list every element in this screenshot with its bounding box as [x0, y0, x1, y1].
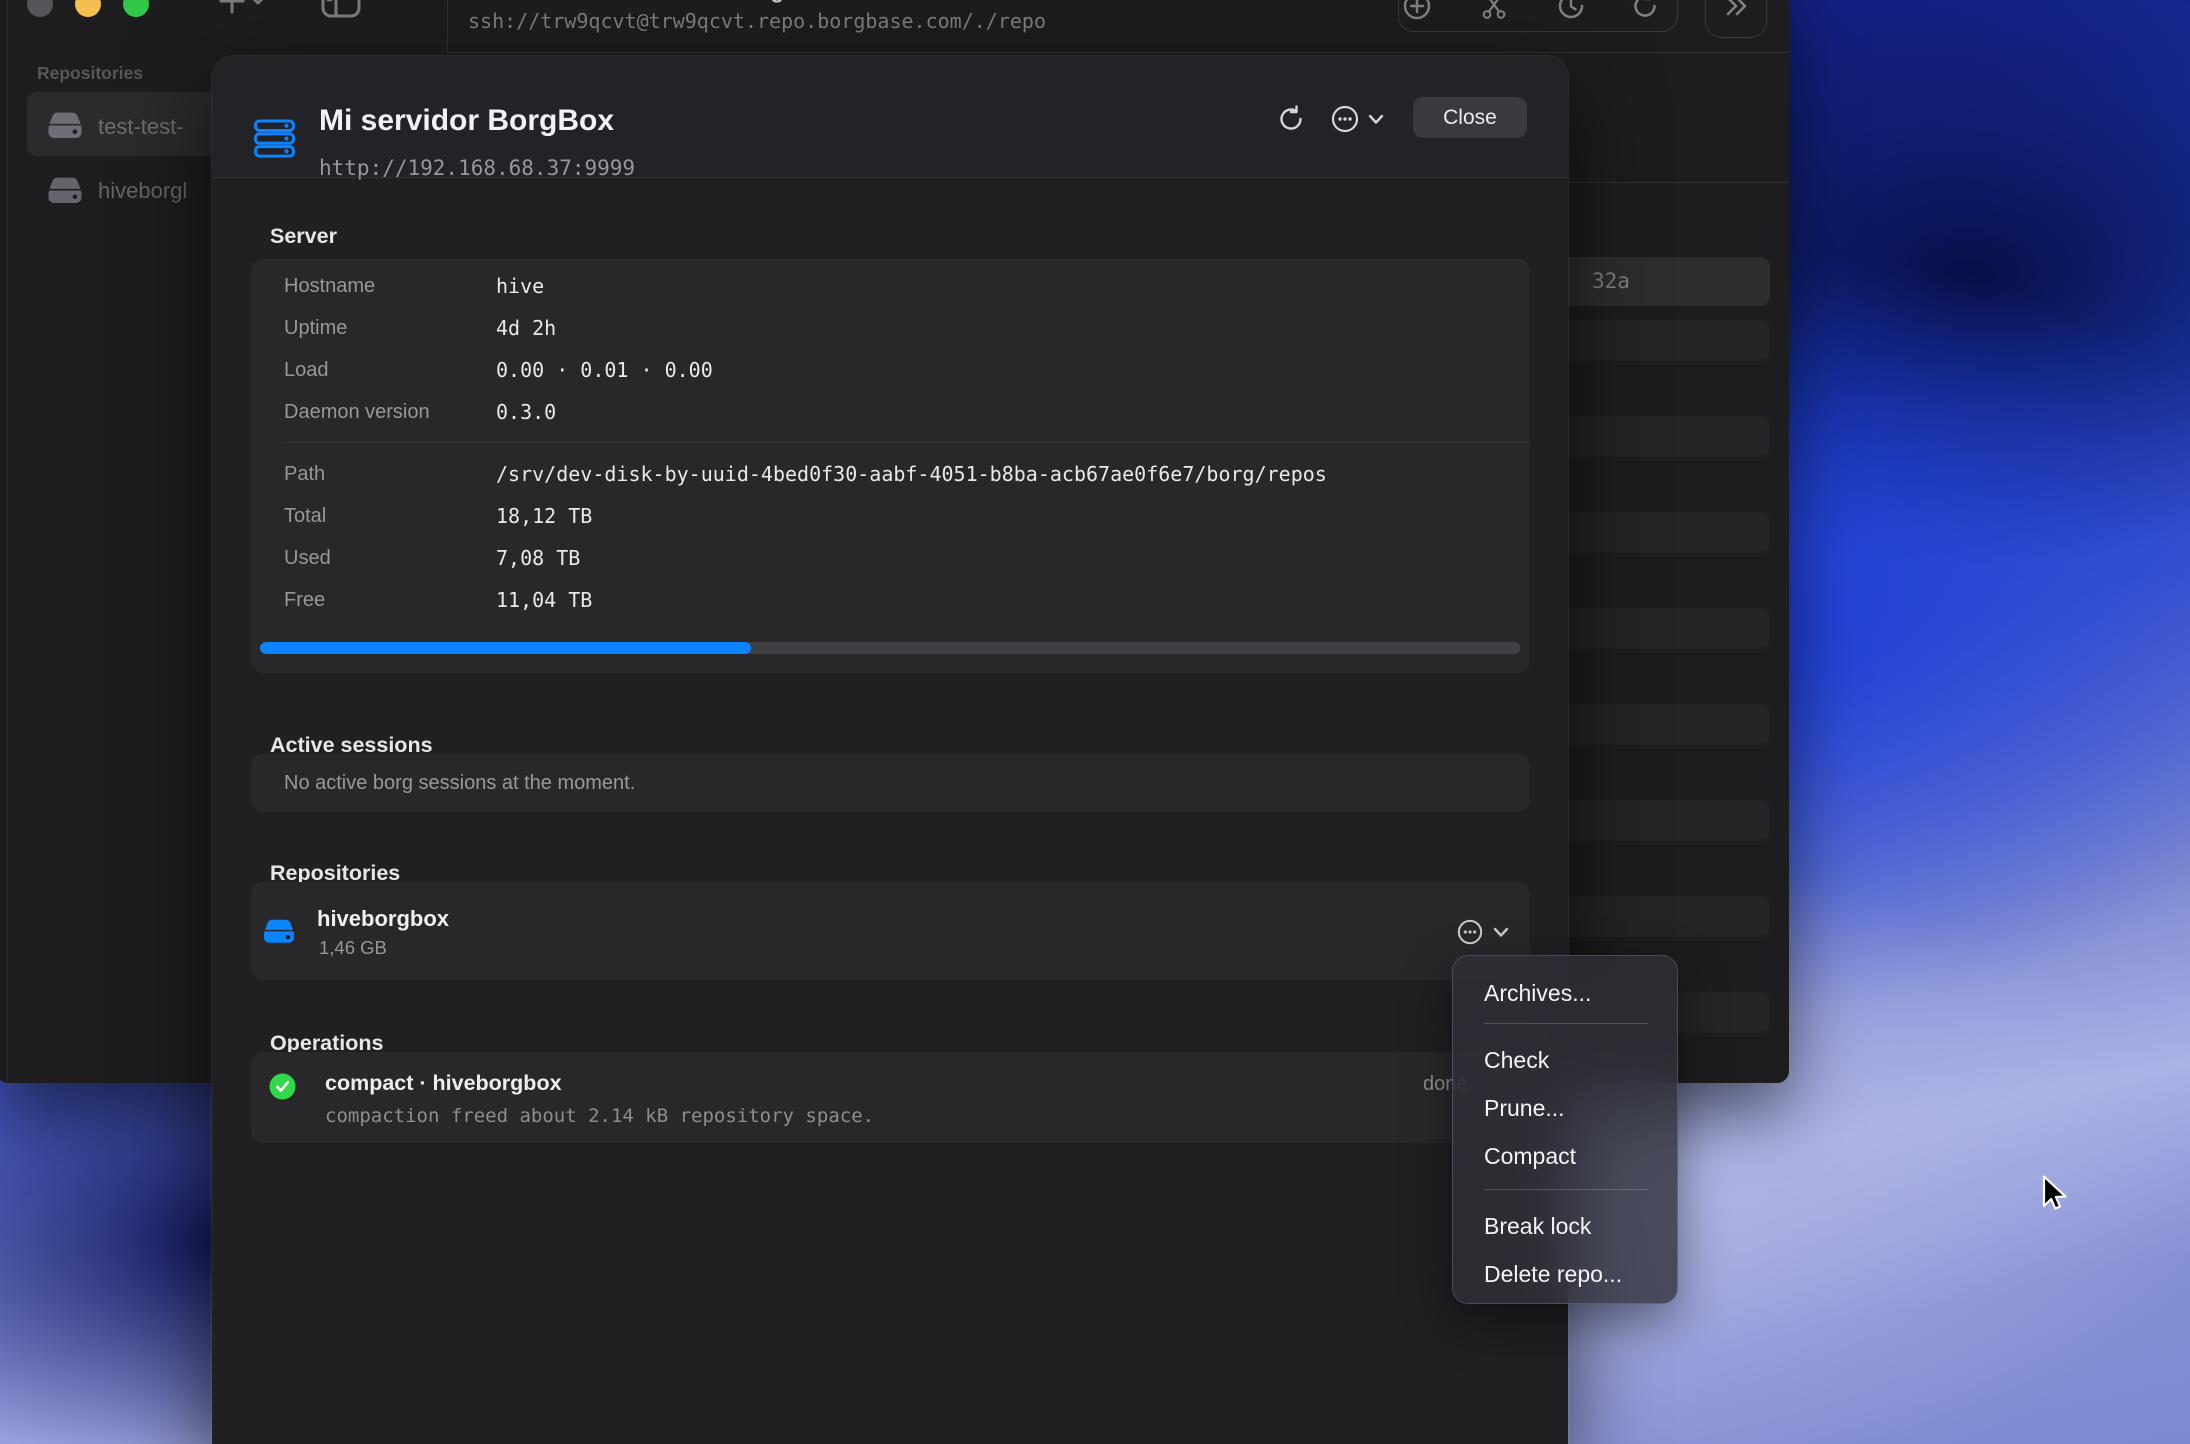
hash-text: 32a — [1592, 257, 1630, 306]
no-sessions-message: No active borg sessions at the moment. — [284, 754, 635, 812]
operations-panel: compact · hiveborgbox done compaction fr… — [251, 1052, 1530, 1143]
more-menu-icon[interactable] — [1331, 105, 1359, 133]
menu-item-archives[interactable]: Archives... — [1453, 972, 1677, 1014]
window-edge-highlight — [7, 0, 8, 1083]
chevron-down-icon[interactable] — [1493, 927, 1509, 938]
desktop: hiveborgbox ssh://trw9qcvt@trw9qcvt.repo… — [0, 0, 2190, 1444]
repository-size: 1,46 GB — [319, 935, 387, 960]
close-button[interactable]: Close — [1413, 97, 1527, 138]
drive-icon — [48, 177, 82, 203]
menu-divider — [1484, 1189, 1648, 1190]
disk-usage-bar — [260, 642, 1520, 654]
server-info-panel: HostnamehiveUptime4d 2hLoad0.00 · 0.01 ·… — [251, 259, 1530, 673]
repository-name: hiveborgbox — [317, 905, 449, 932]
server-info-row: Used7,08 TB — [251, 537, 1530, 579]
refresh-icon[interactable] — [1631, 0, 1659, 20]
server-info-value: hive — [496, 274, 544, 298]
server-info-value: 0.00 · 0.01 · 0.00 — [496, 358, 713, 382]
server-info-value: 4d 2h — [496, 316, 556, 340]
server-info-label: Uptime — [284, 317, 496, 340]
server-info-row: Hostnamehive — [251, 265, 1530, 307]
server-info-value: 18,12 TB — [496, 504, 592, 528]
server-info-label: Path — [284, 463, 496, 486]
chevron-double-right-icon[interactable] — [1722, 0, 1750, 20]
server-icon — [254, 118, 295, 159]
window-zoom-button[interactable] — [123, 0, 149, 17]
refresh-icon[interactable] — [1277, 105, 1305, 133]
menu-item-compact[interactable]: Compact — [1453, 1132, 1677, 1180]
server-info-value: 11,04 TB — [496, 588, 592, 612]
hash-field: 32a — [1540, 257, 1770, 306]
drive-icon — [264, 919, 294, 943]
background-list-row — [1545, 512, 1770, 553]
server-info-label: Load — [284, 359, 496, 382]
window-title: hiveborgbox — [607, 0, 907, 4]
toolbar-divider — [447, 52, 1789, 53]
chevron-down-icon[interactable] — [1368, 114, 1384, 125]
server-info-row: Path/srv/dev-disk-by-uuid-4bed0f30-aabf-… — [251, 453, 1530, 495]
success-check-icon — [269, 1073, 296, 1100]
sidebar-divider — [447, 0, 448, 52]
drive-icon — [48, 112, 82, 138]
operation-detail: compaction freed about 2.14 kB repositor… — [325, 1103, 874, 1129]
window-close-button[interactable] — [27, 0, 53, 17]
server-info-row: Load0.00 · 0.01 · 0.00 — [251, 349, 1530, 391]
background-list-row — [1545, 416, 1770, 457]
server-info-row: Uptime4d 2h — [251, 307, 1530, 349]
server-info-value: 0.3.0 — [496, 400, 556, 424]
server-info-label: Total — [284, 505, 496, 528]
server-info-row: Total18,12 TB — [251, 495, 1530, 537]
server-info-row: Free11,04 TB — [251, 579, 1530, 621]
menu-item-delete-repo[interactable]: Delete repo... — [1453, 1250, 1677, 1298]
server-url: http://192.168.68.37:9999 — [319, 154, 635, 182]
sidebar-item-label[interactable]: test-test- — [98, 114, 184, 140]
background-list-row — [1545, 896, 1770, 937]
repository-context-menu: Archives... CheckPrune...Compact Break loc… — [1452, 955, 1678, 1304]
background-list-row — [1545, 320, 1770, 361]
server-info-value: /srv/dev-disk-by-uuid-4bed0f30-aabf-4051… — [496, 462, 1327, 486]
disk-usage-fill — [260, 642, 751, 654]
background-list-row — [1545, 608, 1770, 649]
menu-item-prune[interactable]: Prune... — [1453, 1084, 1677, 1132]
dialog-title: Mi servidor BorgBox — [319, 103, 614, 139]
add-repository-button[interactable] — [217, 0, 265, 18]
section-heading-server: Server — [270, 223, 337, 249]
history-icon[interactable] — [1557, 0, 1585, 20]
mouse-cursor — [2042, 1175, 2070, 1213]
window-minimize-button[interactable] — [75, 0, 101, 17]
menu-item-break-lock[interactable]: Break lock — [1453, 1202, 1677, 1250]
menu-divider — [1484, 1023, 1648, 1024]
server-info-label: Hostname — [284, 275, 496, 298]
repo-more-menu-icon[interactable] — [1457, 919, 1483, 945]
active-sessions-panel: No active borg sessions at the moment. — [251, 754, 1530, 812]
background-list-row — [1545, 800, 1770, 841]
background-list-row — [1545, 704, 1770, 745]
server-info-value: 7,08 TB — [496, 546, 580, 570]
toggle-sidebar-button[interactable] — [321, 0, 361, 18]
server-detail-dialog: Mi servidor BorgBox http://192.168.68.37… — [212, 56, 1568, 1444]
server-info-label: Free — [284, 589, 496, 612]
server-info-label: Used — [284, 547, 496, 570]
repository-url: ssh://trw9qcvt@trw9qcvt.repo.borgbase.co… — [457, 8, 1057, 34]
cut-icon[interactable] — [1480, 0, 1508, 20]
server-panel-divider — [284, 442, 1530, 443]
sidebar-item-label[interactable]: hiveborgl — [98, 178, 187, 204]
sidebar-section-header: Repositories — [37, 62, 207, 84]
server-info-label: Daemon version — [284, 401, 496, 424]
operation-title: compact · hiveborgbox — [325, 1069, 562, 1097]
menu-item-check[interactable]: Check — [1453, 1036, 1677, 1084]
repositories-panel: hiveborgbox 1,46 GB — [251, 882, 1530, 980]
add-circle-icon[interactable] — [1403, 0, 1431, 20]
server-info-row: Daemon version0.3.0 — [251, 391, 1530, 433]
